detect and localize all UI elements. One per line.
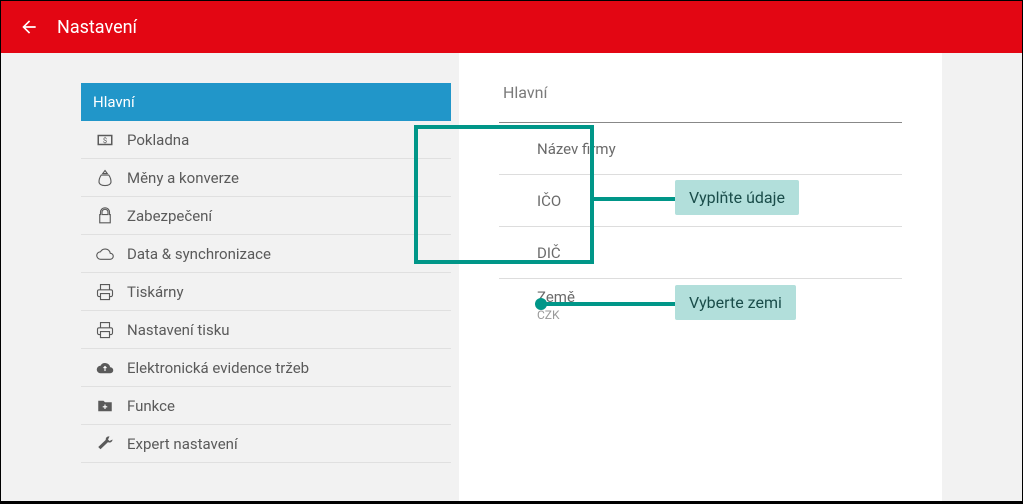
sidebar-item-label: Hlavní bbox=[93, 93, 135, 111]
connector-line bbox=[540, 302, 676, 306]
sidebar-item-label: Elektronická evidence tržeb bbox=[127, 359, 309, 377]
sidebar-item-printers[interactable]: Tiskárny bbox=[81, 273, 451, 311]
svg-text:$: $ bbox=[103, 136, 107, 145]
content-area: Hlavní $ Pokladna Měny a konverze Zabezp… bbox=[1, 53, 1022, 501]
sidebar-item-print-settings[interactable]: Nastavení tisku bbox=[81, 311, 451, 349]
main-panel: Hlavní Název firmy IČO DIČ Země bbox=[459, 53, 942, 501]
sidebar-item-label: Pokladna bbox=[127, 131, 189, 149]
highlight-box bbox=[414, 125, 594, 264]
header-title: Nastavení bbox=[57, 17, 137, 38]
cloud-icon bbox=[93, 242, 117, 266]
sidebar-item-eet[interactable]: Elektronická evidence tržeb bbox=[81, 349, 451, 387]
sidebar-item-label: Zabezpečení bbox=[127, 207, 212, 225]
sidebar-item-label: Expert nastavení bbox=[127, 435, 238, 453]
printer-settings-icon bbox=[93, 318, 117, 342]
sidebar-item-main[interactable]: Hlavní bbox=[81, 83, 451, 121]
sidebar-item-label: Data & synchronizace bbox=[127, 245, 271, 263]
cash-icon: $ bbox=[93, 128, 117, 152]
sidebar-item-expert[interactable]: Expert nastavení bbox=[81, 425, 451, 463]
app-window: Nastavení Hlavní $ Pokladna Měny a konve… bbox=[0, 0, 1023, 502]
app-header: Nastavení bbox=[1, 1, 1022, 53]
back-arrow-icon[interactable] bbox=[19, 17, 39, 37]
connector-line bbox=[594, 197, 676, 201]
folder-plus-icon bbox=[93, 394, 117, 418]
panel-title: Hlavní bbox=[499, 83, 902, 102]
wrench-icon bbox=[93, 432, 117, 456]
callout-select-country: Vyberte zemi bbox=[675, 285, 796, 320]
sidebar-item-functions[interactable]: Funkce bbox=[81, 387, 451, 425]
sidebar-item-label: Tiskárny bbox=[127, 283, 184, 301]
cloud-upload-icon bbox=[93, 356, 117, 380]
sidebar-item-label: Funkce bbox=[127, 397, 175, 415]
sidebar-item-label: Nastavení tisku bbox=[127, 321, 230, 339]
sidebar-item-sync[interactable]: Data & synchronizace bbox=[81, 235, 451, 273]
lock-icon bbox=[93, 204, 117, 228]
sidebar-item-label: Měny a konverze bbox=[127, 169, 239, 187]
sidebar-item-security[interactable]: Zabezpečení bbox=[81, 197, 451, 235]
callout-fill-data: Vyplňte údaje bbox=[675, 180, 799, 215]
sidebar-item-currency[interactable]: Měny a konverze bbox=[81, 159, 451, 197]
money-bag-icon bbox=[93, 166, 117, 190]
sidebar-item-cashregister[interactable]: $ Pokladna bbox=[81, 121, 451, 159]
sidebar: Hlavní $ Pokladna Měny a konverze Zabezp… bbox=[81, 83, 451, 501]
field-value: CZK bbox=[537, 308, 575, 322]
printer-icon bbox=[93, 280, 117, 304]
